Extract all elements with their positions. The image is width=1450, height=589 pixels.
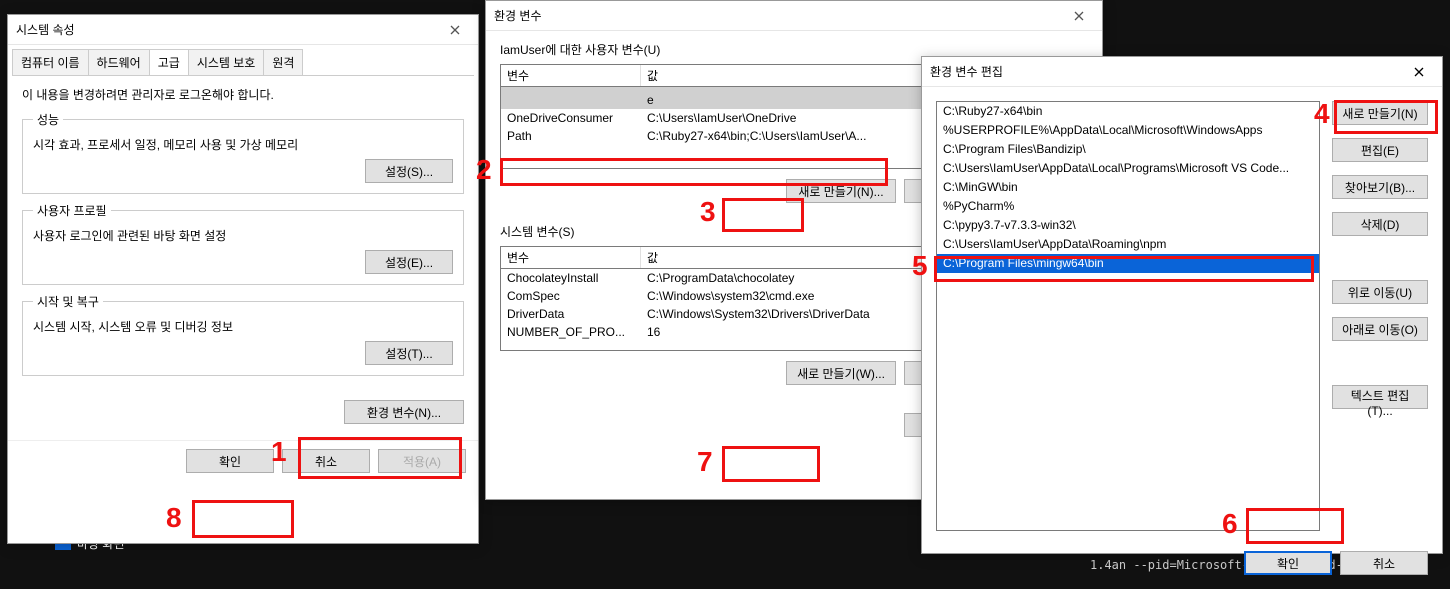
path-entry[interactable]: C:\pypy3.7-v7.3.3-win32\ [937, 216, 1319, 235]
startup-desc: 시스템 시작, 시스템 오류 및 디버깅 정보 [33, 318, 453, 335]
browse-button[interactable]: 찾아보기(B)... [1332, 175, 1428, 199]
close-button[interactable] [1404, 57, 1434, 87]
tab-remote[interactable]: 원격 [263, 49, 303, 75]
path-entry[interactable]: C:\Users\IamUser\AppData\Roaming\npm [937, 235, 1319, 254]
tab-hardware[interactable]: 하드웨어 [88, 49, 150, 75]
window-title: 환경 변수 [494, 7, 1064, 24]
new-button[interactable]: 새로 만들기(N) [1332, 101, 1428, 125]
tab-computer-name[interactable]: 컴퓨터 이름 [12, 49, 89, 75]
move-up-button[interactable]: 위로 이동(U) [1332, 280, 1428, 304]
path-entry[interactable]: C:\Users\IamUser\AppData\Local\Programs\… [937, 159, 1319, 178]
close-button[interactable] [1064, 1, 1094, 31]
profile-legend: 사용자 프로필 [33, 202, 111, 219]
tab-system-protection[interactable]: 시스템 보호 [188, 49, 265, 75]
close-icon [450, 25, 460, 35]
ok-button[interactable]: 확인 [186, 449, 274, 473]
close-icon [1414, 67, 1424, 77]
path-entry[interactable]: %USERPROFILE%\AppData\Local\Microsoft\Wi… [937, 121, 1319, 140]
delete-button[interactable]: 삭제(D) [1332, 212, 1428, 236]
tab-panel: 이 내용을 변경하려면 관리자로 로그온해야 합니다. 성능 시각 효과, 프로… [8, 76, 478, 434]
startup-legend: 시작 및 복구 [33, 293, 103, 310]
path-entry[interactable]: C:\MinGW\bin [937, 178, 1319, 197]
admin-note: 이 내용을 변경하려면 관리자로 로그온해야 합니다. [22, 86, 464, 103]
performance-legend: 성능 [33, 111, 63, 128]
tab-advanced[interactable]: 고급 [149, 49, 189, 75]
button-column: 새로 만들기(N) 편집(E) 찾아보기(B)... 삭제(D) 위로 이동(U… [1332, 101, 1428, 531]
path-list[interactable]: C:\Ruby27-x64\bin %USERPROFILE%\AppData\… [936, 101, 1320, 531]
sys-new-button[interactable]: 새로 만들기(W)... [786, 361, 896, 385]
perf-settings-button[interactable]: 설정(S)... [365, 159, 453, 183]
user-profile-group: 사용자 프로필 사용자 로그인에 관련된 바탕 화면 설정 설정(E)... [22, 202, 464, 285]
titlebar: 시스템 속성 [8, 15, 478, 45]
titlebar: 환경 변수 [486, 1, 1102, 31]
performance-desc: 시각 효과, 프로세서 일정, 메모리 사용 및 가상 메모리 [33, 136, 453, 153]
environment-variables-button[interactable]: 환경 변수(N)... [344, 400, 464, 424]
window-title: 시스템 속성 [16, 21, 440, 38]
performance-group: 성능 시각 효과, 프로세서 일정, 메모리 사용 및 가상 메모리 설정(S)… [22, 111, 464, 194]
env-var-edit-window: 환경 변수 편집 C:\Ruby27-x64\bin %USERPROFILE%… [921, 56, 1443, 554]
move-down-button[interactable]: 아래로 이동(O) [1332, 317, 1428, 341]
ok-button[interactable]: 확인 [1244, 551, 1332, 575]
cancel-button[interactable]: 취소 [1340, 551, 1428, 575]
startup-group: 시작 및 복구 시스템 시작, 시스템 오류 및 디버깅 정보 설정(T)... [22, 293, 464, 376]
path-entry[interactable]: C:\Ruby27-x64\bin [937, 102, 1319, 121]
col-var[interactable]: 변수 [501, 247, 641, 268]
close-icon [1074, 11, 1084, 21]
spacer [1332, 354, 1428, 372]
apply-button[interactable]: 적용(A) [378, 449, 466, 473]
titlebar: 환경 변수 편집 [922, 57, 1442, 87]
content: C:\Ruby27-x64\bin %USERPROFILE%\AppData\… [922, 87, 1442, 545]
cancel-button[interactable]: 취소 [282, 449, 370, 473]
path-entry[interactable]: %PyCharm% [937, 197, 1319, 216]
spacer [1332, 249, 1428, 267]
user-new-button[interactable]: 새로 만들기(N)... [786, 179, 896, 203]
startup-settings-button[interactable]: 설정(T)... [365, 341, 453, 365]
col-var[interactable]: 변수 [501, 65, 641, 86]
profile-desc: 사용자 로그인에 관련된 바탕 화면 설정 [33, 227, 453, 244]
system-properties-window: 시스템 속성 컴퓨터 이름 하드웨어 고급 시스템 보호 원격 이 내용을 변경… [7, 14, 479, 544]
path-entry[interactable]: C:\Program Files\Bandizip\ [937, 140, 1319, 159]
edit-button[interactable]: 편집(E) [1332, 138, 1428, 162]
profile-settings-button[interactable]: 설정(E)... [365, 250, 453, 274]
path-entry-selected[interactable]: C:\Program Files\mingw64\bin [937, 254, 1319, 273]
tab-bar: 컴퓨터 이름 하드웨어 고급 시스템 보호 원격 [12, 49, 474, 76]
window-title: 환경 변수 편집 [930, 63, 1404, 80]
close-button[interactable] [440, 15, 470, 45]
edit-text-button[interactable]: 텍스트 편집(T)... [1332, 385, 1428, 409]
